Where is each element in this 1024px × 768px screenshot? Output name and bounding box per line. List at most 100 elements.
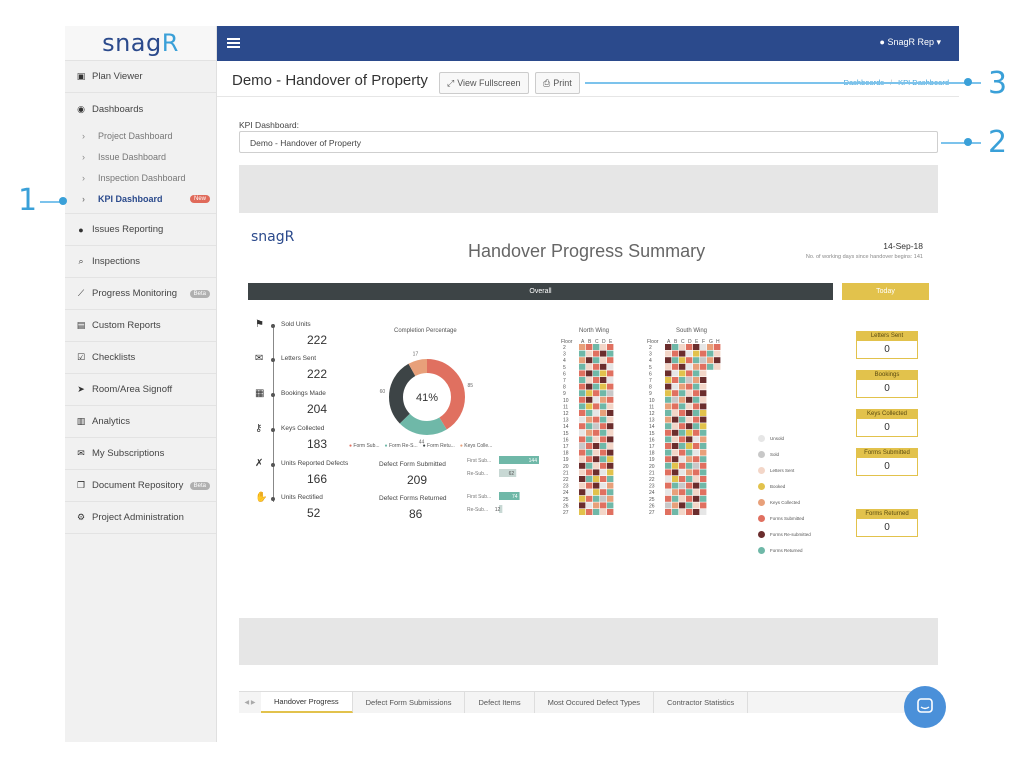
tab-scroll-arrows-icon[interactable]: ◀ ▶	[239, 692, 261, 713]
stat-value: 222	[307, 367, 328, 381]
unit-cell	[686, 377, 693, 383]
report-canvas: snagR Handover Progress Summary 14-Sep-1…	[239, 213, 938, 618]
sidebar-subitem-label: Inspection Dashboard	[98, 172, 186, 183]
unit-cell	[679, 456, 686, 463]
unit-cell	[693, 416, 700, 423]
unit-cell	[579, 396, 586, 403]
unit-cell	[593, 469, 600, 476]
tab-defect-items[interactable]: Defect Items	[465, 692, 535, 713]
sidebar-item-dashboards[interactable]: ◉ Dashboards	[65, 93, 216, 125]
today-box-label: Forms Submitted	[856, 448, 918, 458]
callout-1: 1	[18, 183, 38, 218]
unit-cell	[672, 370, 679, 377]
unit-cell	[593, 456, 600, 463]
logo-main: snag	[102, 29, 162, 57]
user-menu[interactable]: ● SnagR Rep ▾	[880, 37, 942, 48]
sidebar-item-progress-monitoring[interactable]: ⟋ Progress Monitoring Beta	[65, 278, 216, 310]
unit-cell	[579, 456, 586, 463]
floor-label: 17	[563, 444, 569, 450]
unit-cell	[586, 436, 593, 443]
sidebar-subitem-kpi-dashboard[interactable]: › KPI Dashboard New	[65, 188, 216, 209]
today-box-keys-collected: Keys Collected 0	[856, 409, 918, 437]
unit-cell	[600, 443, 607, 449]
floor-label: 4	[563, 358, 566, 364]
unit-cell	[586, 429, 593, 436]
logo[interactable]: snagR	[65, 26, 216, 61]
unit-cell	[586, 403, 593, 410]
unit-cell	[693, 396, 700, 403]
stats-timeline	[273, 324, 274, 502]
tab-contractor-statistics[interactable]: Contractor Statistics	[654, 692, 749, 713]
sidebar-item-project-administration[interactable]: ⚙ Project Administration	[65, 502, 216, 534]
sidebar-subitem-issue-dashboard[interactable]: › Issue Dashboard	[65, 146, 216, 167]
sidebar-item-my-subscriptions[interactable]: ✉ My Subscriptions	[65, 438, 216, 470]
unit-cell	[672, 456, 679, 463]
floor-label: 19	[649, 457, 655, 463]
gears-icon: ⚙	[76, 512, 86, 522]
tab-handover-progress[interactable]: Handover Progress	[261, 692, 353, 713]
unit-cell	[700, 416, 707, 423]
floor-label: 5	[649, 365, 652, 371]
floor-label: 8	[563, 385, 566, 391]
sidebar-item-issues-reporting[interactable]: ● Issues Reporting	[65, 214, 216, 246]
sidebar-item-document-repository[interactable]: ❐ Document Repository Beta	[65, 470, 216, 502]
hamburger-menu-icon[interactable]	[227, 38, 240, 48]
unit-cell	[607, 456, 614, 463]
sidebar-item-room-area-signoff[interactable]: ➤ Room/Area Signoff	[65, 374, 216, 406]
kpi-dashboard-select[interactable]: Demo - Handover of Property	[239, 131, 938, 153]
unit-cell	[665, 423, 672, 430]
unit-cell	[586, 469, 593, 476]
donut-legend: ● Form Sub... ● Form Re-S... ● Form Retu..…	[349, 443, 492, 449]
sidebar-item-analytics[interactable]: ▥ Analytics	[65, 406, 216, 438]
unit-cell	[579, 377, 586, 383]
legend-label: Letters Sent	[770, 468, 795, 473]
sidebar-subitem-project-dashboard[interactable]: › Project Dashboard	[65, 125, 216, 146]
unit-cell	[679, 429, 686, 436]
unit-cell	[607, 350, 614, 357]
sidebar-item-plan-viewer[interactable]: ▣ Plan Viewer	[65, 61, 216, 93]
unit-cell	[693, 502, 700, 509]
floor-label: 16	[649, 437, 655, 443]
unit-cell	[672, 436, 679, 443]
unit-cell	[600, 429, 607, 436]
unit-cell	[579, 495, 586, 502]
unit-cell	[679, 509, 686, 515]
donut-legend-item: ● Form Retu...	[423, 443, 455, 449]
today-box-bookings: Bookings 0	[856, 370, 918, 398]
view-fullscreen-button[interactable]: ⤢ View Fullscreen	[439, 72, 529, 94]
unit-cell	[579, 443, 586, 449]
unit-cell	[672, 390, 679, 397]
donut-value-label: 17	[413, 352, 419, 358]
unit-cell	[686, 443, 693, 449]
unit-cell	[693, 469, 700, 476]
envelope-icon: ✉	[255, 353, 264, 364]
unit-cell	[693, 489, 700, 496]
heatmap-legend-item: Letters Sent	[758, 467, 794, 474]
unit-cell	[607, 462, 614, 469]
sidebar-item-custom-reports[interactable]: ▤ Custom Reports	[65, 310, 216, 342]
unit-cell	[679, 416, 686, 423]
legend-label: Keys Collected	[770, 500, 801, 505]
unit-cell	[693, 370, 700, 377]
sidebar-item-checklists[interactable]: ☑ Checklists	[65, 342, 216, 374]
tab-most-occured-defect-types[interactable]: Most Occured Defect Types	[535, 692, 654, 713]
unit-cell	[600, 410, 607, 416]
unit-cell	[693, 443, 700, 449]
unit-cell	[665, 390, 672, 397]
legend-swatch-icon	[758, 515, 765, 522]
chat-button[interactable]	[904, 686, 946, 728]
legend-swatch-icon	[758, 499, 765, 506]
sidebar-subitem-inspection-dashboard[interactable]: › Inspection Dashboard	[65, 167, 216, 188]
unit-cell	[586, 370, 593, 377]
stat-value: 166	[307, 472, 328, 486]
tab-defect-form-submissions[interactable]: Defect Form Submissions	[353, 692, 466, 713]
sidebar-item-inspections[interactable]: ⌕ Inspections	[65, 246, 216, 278]
unit-cell	[679, 495, 686, 502]
unit-cell	[693, 383, 700, 390]
unit-cell	[600, 462, 607, 469]
sidebar-item-label: Room/Area Signoff	[92, 384, 173, 395]
print-button[interactable]: ⎙ Print	[535, 72, 580, 94]
unit-cell	[607, 502, 614, 509]
unit-cell	[672, 357, 679, 364]
unit-cell	[607, 495, 614, 502]
